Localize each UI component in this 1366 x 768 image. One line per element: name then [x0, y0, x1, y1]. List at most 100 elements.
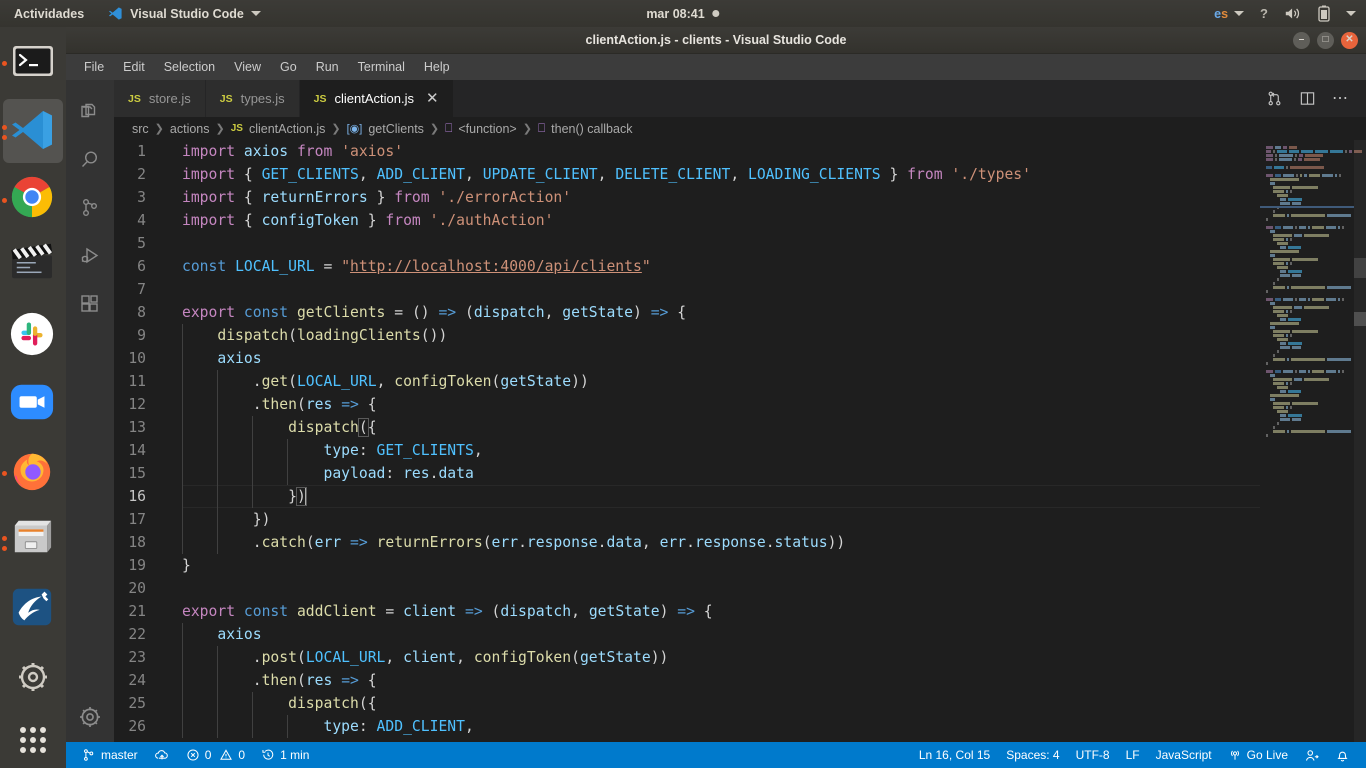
sidebar-item-search[interactable]: [66, 136, 114, 184]
code-line: 25 dispatch({: [114, 692, 1260, 715]
minimap-line: [1264, 366, 1362, 369]
tab-store-js[interactable]: JS store.js: [114, 80, 206, 117]
breadcrumb-item-getclients[interactable]: getClients: [368, 122, 424, 136]
close-button[interactable]: ✕: [1341, 32, 1358, 49]
minimap-line: [1264, 202, 1362, 205]
status-accounts[interactable]: [1296, 742, 1327, 768]
code-line: 19}: [114, 554, 1260, 577]
minimap-scroll-handle[interactable]: [1354, 258, 1366, 278]
tab-clientaction-js[interactable]: JS clientAction.js ✕: [300, 80, 454, 117]
minimap-scroll-handle-secondary[interactable]: [1354, 312, 1366, 326]
breadcrumb-item-src[interactable]: src: [132, 122, 149, 136]
breadcrumb-item-function[interactable]: <function>: [458, 122, 516, 136]
code-line: 24 .then(res => {: [114, 669, 1260, 692]
status-timer[interactable]: 1 min: [253, 742, 317, 768]
breadcrumb-item-clientaction[interactable]: clientAction.js: [249, 122, 325, 136]
tab-label: store.js: [149, 91, 191, 106]
help-icon[interactable]: ?: [1260, 6, 1268, 21]
gear-icon: [9, 653, 57, 701]
dock-item-visual-studio-code[interactable]: [0, 95, 66, 163]
line-number: 10: [114, 347, 170, 370]
dock-item-show-applications[interactable]: [0, 711, 66, 768]
code-line: 7: [114, 278, 1260, 301]
minimap-line: [1264, 302, 1362, 305]
dock-item-settings[interactable]: [0, 643, 66, 711]
minimap-line: [1264, 374, 1362, 377]
code-editor[interactable]: 1import axios from 'axios' 2import { GET…: [114, 140, 1260, 742]
status-cursor-position[interactable]: Ln 16, Col 15: [911, 742, 998, 768]
editor-scrollbar[interactable]: [1248, 140, 1260, 742]
breadcrumb-item-then-callback[interactable]: then() callback: [551, 122, 632, 136]
code-line: 4import { configToken } from './authActi…: [114, 209, 1260, 232]
activities-button[interactable]: Actividades: [14, 7, 84, 21]
status-indentation[interactable]: Spaces: 4: [998, 742, 1067, 768]
keyboard-layout-indicator[interactable]: es: [1214, 7, 1228, 21]
window-titlebar: clientAction.js - clients - Visual Studi…: [66, 27, 1366, 54]
volume-icon[interactable]: [1284, 6, 1302, 21]
dock-item-zoom[interactable]: [0, 369, 66, 437]
maximize-button[interactable]: □: [1317, 32, 1334, 49]
menu-selection[interactable]: Selection: [156, 57, 223, 77]
dock-item-files[interactable]: [0, 506, 66, 574]
dock-item-slack[interactable]: [0, 301, 66, 369]
code-line: 8export const getClients = () => (dispat…: [114, 301, 1260, 324]
dock-item-terminal[interactable]: [0, 27, 66, 95]
code-line: 14 type: GET_CLIENTS,: [114, 439, 1260, 462]
chevron-right-icon: ❯: [155, 122, 164, 135]
battery-icon[interactable]: [1318, 5, 1330, 22]
split-editor-icon[interactable]: [1299, 90, 1316, 107]
menu-run[interactable]: Run: [308, 57, 347, 77]
menu-file[interactable]: File: [76, 57, 112, 77]
menu-go[interactable]: Go: [272, 57, 305, 77]
dock-item-firefox[interactable]: [0, 437, 66, 505]
dock-item-mysql-workbench[interactable]: [0, 574, 66, 642]
code-line: 5: [114, 232, 1260, 255]
line-number: 14: [114, 439, 170, 462]
menu-edit[interactable]: Edit: [115, 57, 153, 77]
status-branch[interactable]: master: [74, 742, 146, 768]
menu-help[interactable]: Help: [416, 57, 458, 77]
minimap-line: [1264, 186, 1362, 189]
split-editor-vertical-icon[interactable]: [1266, 90, 1283, 107]
line-number: 22: [114, 623, 170, 646]
minimap[interactable]: [1260, 140, 1366, 742]
minimap-line: [1264, 246, 1362, 249]
tab-types-js[interactable]: JS types.js: [206, 80, 300, 117]
code-line: 10 axios: [114, 347, 1260, 370]
minimap-line: [1264, 354, 1362, 357]
minimize-button[interactable]: –: [1293, 32, 1310, 49]
status-language-mode[interactable]: JavaScript: [1148, 742, 1220, 768]
line-number: 6: [114, 255, 170, 278]
files-icon: [78, 100, 102, 124]
more-actions-icon[interactable]: ⋯: [1332, 94, 1350, 104]
sidebar-item-manage[interactable]: [66, 694, 114, 742]
status-go-live[interactable]: Go Live: [1220, 742, 1296, 768]
menu-terminal[interactable]: Terminal: [350, 57, 413, 77]
chevron-down-icon[interactable]: [1346, 11, 1356, 16]
clock-button[interactable]: mar 08:41: [646, 7, 719, 21]
breadcrumb-item-actions[interactable]: actions: [170, 122, 210, 136]
ubuntu-dock: [0, 27, 66, 768]
minimap-line: [1264, 198, 1362, 201]
status-sync[interactable]: [146, 742, 178, 768]
minimap-line: [1264, 170, 1362, 173]
minimap-slider[interactable]: [1354, 140, 1366, 742]
dock-item-video-editor[interactable]: [0, 232, 66, 300]
sidebar-item-source-control[interactable]: [66, 184, 114, 232]
status-notifications[interactable]: [1327, 742, 1358, 768]
dock-item-google-chrome[interactable]: [0, 164, 66, 232]
menu-view[interactable]: View: [226, 57, 269, 77]
sidebar-item-run-and-debug[interactable]: [66, 232, 114, 280]
js-file-icon: JS: [231, 123, 243, 134]
editor-actions: ⋯: [1250, 80, 1366, 117]
sidebar-item-explorer[interactable]: [66, 88, 114, 136]
chevron-right-icon: ❯: [430, 122, 439, 135]
status-problems[interactable]: 0 0: [178, 742, 253, 768]
status-encoding[interactable]: UTF-8: [1068, 742, 1118, 768]
line-number: 15: [114, 462, 170, 485]
sidebar-item-extensions[interactable]: [66, 280, 114, 328]
status-eol[interactable]: LF: [1118, 742, 1148, 768]
app-menu-button[interactable]: Visual Studio Code: [108, 6, 261, 21]
close-icon[interactable]: ✕: [426, 91, 439, 106]
minimap-line: [1264, 270, 1362, 273]
